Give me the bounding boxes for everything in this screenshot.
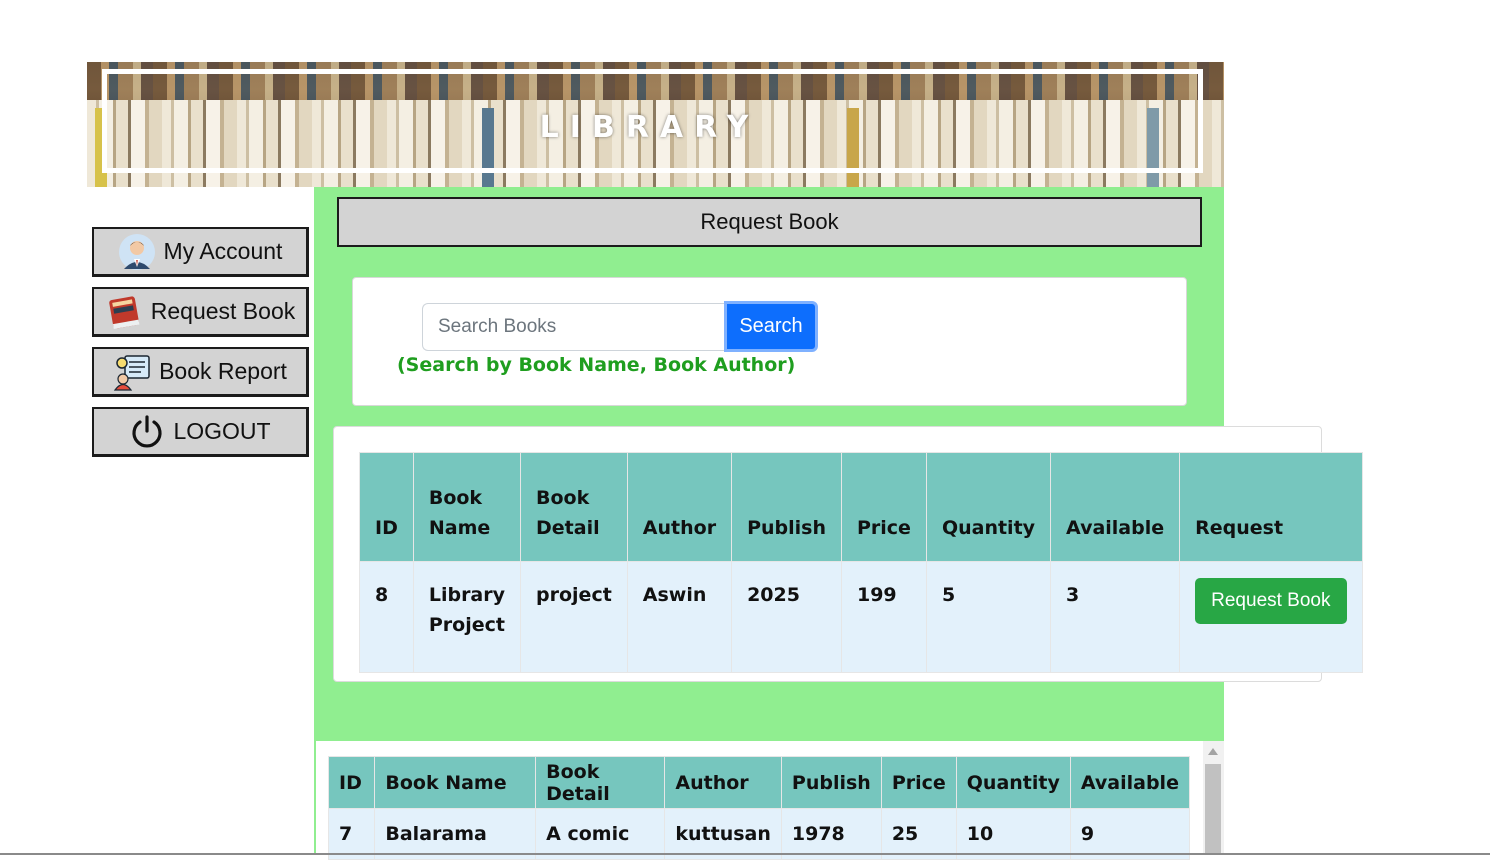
column-header: Price	[840, 452, 927, 562]
sidebar-item-label: Book Report	[159, 358, 287, 384]
search-results-table: ID Book Name Book Detail Author Publish …	[359, 452, 1363, 673]
column-header: Author	[664, 756, 782, 809]
logout-label: LOGOUT	[173, 418, 271, 444]
power-icon	[132, 414, 162, 447]
report-icon	[113, 354, 150, 391]
column-header: Publish	[731, 452, 842, 562]
column-header: Price	[880, 756, 957, 809]
table-row: 8 Library Project project Aswin 2025 199…	[359, 561, 1363, 673]
cell-publish: 2025	[731, 561, 842, 673]
request-book-button[interactable]: Request Book	[1195, 578, 1347, 624]
cell-book-name: Library Project	[412, 561, 522, 673]
cell-book-name: Balarama	[374, 808, 537, 860]
cell-publish: 1978	[780, 808, 882, 860]
table-header-row: ID Book Name Book Detail Author Publish …	[327, 756, 1191, 809]
table-row: 7 Balarama A comic kuttusan 1978 25 10 9	[327, 808, 1191, 860]
column-header: Author	[626, 452, 733, 562]
sidebar-item-my-account[interactable]: My Account	[92, 227, 309, 277]
table-header-row: ID Book Name Book Detail Author Publish …	[359, 452, 1363, 562]
column-header: Available	[1050, 452, 1181, 562]
column-header: Book Name	[374, 756, 537, 809]
cell-book-detail: project	[520, 561, 628, 673]
cell-price: 199	[840, 561, 927, 673]
cell-request: Request Book	[1179, 561, 1363, 673]
column-header: Book Detail	[535, 756, 666, 809]
library-banner: LIBRARY	[87, 62, 1224, 187]
scrollbar-thumb[interactable]	[1205, 764, 1221, 855]
search-button[interactable]: Search	[724, 301, 818, 352]
column-header: Request	[1179, 452, 1363, 562]
sidebar-item-book-report[interactable]: Book Report	[92, 347, 309, 397]
cell-book-detail: A comic	[535, 808, 666, 860]
column-header: Quantity	[925, 452, 1052, 562]
banner-title: LIBRARY	[539, 110, 760, 145]
column-header: Quantity	[955, 756, 1071, 809]
cell-price: 25	[880, 808, 957, 860]
scroll-up-arrow-icon[interactable]	[1208, 748, 1218, 755]
cell-id: 8	[359, 561, 414, 673]
book-list-table: ID Book Name Book Detail Author Publish …	[327, 756, 1191, 860]
user-avatar-icon	[118, 233, 155, 270]
search-input[interactable]	[422, 303, 726, 351]
cell-author: kuttusan	[664, 808, 782, 860]
book-icon	[108, 295, 140, 329]
cell-author: Aswin	[626, 561, 733, 673]
column-header: ID	[327, 756, 376, 809]
sidebar-item-label: Request Book	[150, 298, 296, 324]
sidebar-item-request-book[interactable]: Request Book	[92, 287, 309, 337]
column-header: Available	[1069, 756, 1191, 809]
cell-quantity: 10	[955, 808, 1071, 860]
page-title: Request Book	[337, 197, 1202, 247]
column-header: Book Name	[412, 452, 522, 562]
search-hint: (Search by Book Name, Book Author)	[397, 354, 796, 376]
logout-button[interactable]: LOGOUT	[92, 407, 309, 457]
cell-available: 3	[1050, 561, 1181, 673]
sidebar-item-label: My Account	[163, 238, 283, 264]
column-header: Book Detail	[520, 452, 628, 562]
column-header: Publish	[780, 756, 882, 809]
cell-available: 9	[1069, 808, 1191, 860]
column-header: ID	[359, 452, 414, 562]
cell-id: 7	[327, 808, 376, 860]
cell-quantity: 5	[925, 561, 1052, 673]
